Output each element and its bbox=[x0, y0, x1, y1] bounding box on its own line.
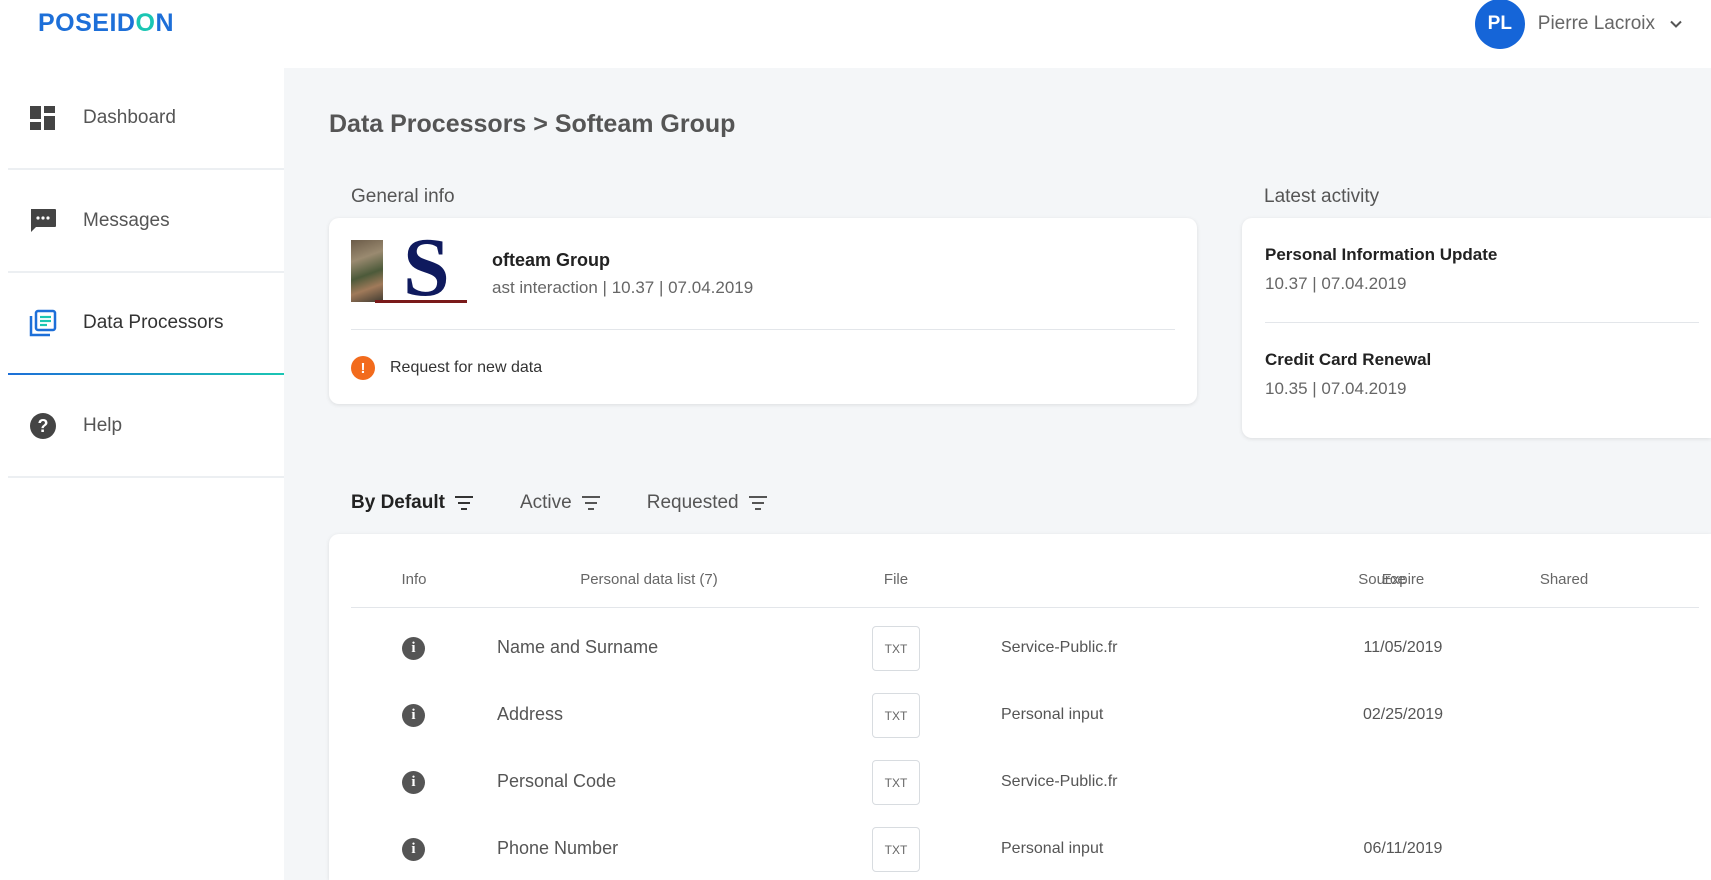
column-header-file[interactable]: File bbox=[866, 571, 926, 588]
filter-active[interactable]: Active bbox=[520, 492, 601, 514]
alert-icon: ! bbox=[351, 356, 375, 380]
cell-expire: 06/11/2019 bbox=[1363, 840, 1443, 857]
last-interaction: ast interaction | 10.37 | 07.04.2019 bbox=[492, 278, 754, 297]
chevron-down-icon[interactable] bbox=[1669, 17, 1683, 31]
activity-title[interactable]: Personal Information Update bbox=[1265, 245, 1497, 265]
help-icon: ? bbox=[29, 412, 57, 440]
file-txt-button[interactable]: TXT bbox=[872, 693, 920, 738]
alert-text: Request for new data bbox=[390, 359, 543, 376]
general-info-card: S ofteam Group ast interaction | 10.37 |… bbox=[329, 218, 1197, 404]
filter-icon bbox=[581, 496, 600, 510]
table-row[interactable]: i Personal Code TXT Service-Public.fr bbox=[329, 760, 1711, 827]
top-bar: POSEIDON PL Pierre Lacroix bbox=[0, 0, 1711, 68]
personal-data-table: Info Personal data list (7) File Source … bbox=[329, 534, 1711, 880]
cell-source: Personal input bbox=[1001, 840, 1104, 857]
activity-title[interactable]: Credit Card Renewal bbox=[1265, 350, 1431, 370]
sidebar-item-label: Dashboard bbox=[83, 107, 176, 128]
sidebar-item-label: Help bbox=[83, 415, 123, 436]
table-row[interactable]: i Address TXT Personal input 02/25/2019 bbox=[329, 693, 1711, 760]
column-header-shared[interactable]: Shared bbox=[1504, 571, 1624, 588]
user-name[interactable]: Pierre Lacroix bbox=[1538, 13, 1655, 35]
info-icon[interactable]: i bbox=[402, 838, 425, 861]
info-icon[interactable]: i bbox=[402, 637, 425, 660]
svg-text:?: ? bbox=[38, 416, 49, 436]
dashboard-icon bbox=[29, 104, 57, 132]
column-header-info[interactable]: Info bbox=[384, 571, 444, 588]
logo-text-part1: POSEID bbox=[38, 9, 136, 37]
cell-expire: 02/25/2019 bbox=[1362, 706, 1444, 723]
logo-text-part2: N bbox=[155, 9, 174, 37]
header-divider bbox=[351, 607, 1699, 608]
cell-source: Service-Public.fr bbox=[1001, 639, 1118, 656]
cell-personal-data: Personal Code bbox=[497, 771, 617, 791]
column-header-expire[interactable]: Expire bbox=[1329, 571, 1477, 588]
cell-personal-data: Name and Surname bbox=[497, 637, 659, 657]
sidebar-item-help[interactable]: ? Help bbox=[8, 376, 284, 478]
company-name: ofteam Group bbox=[492, 250, 611, 270]
file-txt-button[interactable]: TXT bbox=[872, 827, 920, 872]
info-icon[interactable]: i bbox=[402, 704, 425, 727]
sidebar-item-messages[interactable]: Messages bbox=[8, 171, 284, 273]
breadcrumb: Data Processors > Softeam Group bbox=[329, 110, 736, 138]
cell-expire: 11/05/2019 bbox=[1363, 639, 1443, 656]
latest-activity-label: Latest activity bbox=[1264, 186, 1380, 207]
divider bbox=[351, 329, 1175, 330]
sidebar-item-label: Messages bbox=[83, 210, 170, 231]
poseidon-logo[interactable]: POSEIDON bbox=[38, 9, 174, 38]
sidebar-item-label: Data Processors bbox=[83, 312, 224, 333]
logo-text-o: O bbox=[135, 9, 156, 37]
avatar[interactable]: PL bbox=[1474, 0, 1525, 49]
messages-icon bbox=[29, 207, 57, 235]
filter-by-default[interactable]: By Default bbox=[351, 492, 474, 514]
logo-letter: S bbox=[403, 236, 450, 308]
request-alert[interactable]: ! Request for new data bbox=[351, 356, 542, 380]
filter-tabs: By Default Active Requested bbox=[351, 490, 814, 516]
user-menu[interactable]: PL Pierre Lacroix bbox=[1474, 0, 1683, 49]
info-icon[interactable]: i bbox=[402, 771, 425, 794]
cell-source: Personal input bbox=[1001, 706, 1104, 723]
divider bbox=[1265, 322, 1699, 323]
file-txt-button[interactable]: TXT bbox=[872, 760, 920, 805]
cell-personal-data: Address bbox=[497, 704, 564, 724]
cell-source: Service-Public.fr bbox=[1001, 773, 1118, 790]
file-txt-button[interactable]: TXT bbox=[872, 626, 920, 671]
filter-label: Requested bbox=[646, 492, 739, 513]
filter-label: Active bbox=[519, 492, 572, 513]
activity-time: 10.37 | 07.04.2019 bbox=[1265, 274, 1407, 293]
table-row[interactable]: i Name and Surname TXT Service-Public.fr… bbox=[329, 626, 1711, 693]
company-logo: S bbox=[351, 236, 467, 308]
sidebar-item-dashboard[interactable]: Dashboard bbox=[8, 68, 284, 170]
column-header-personal-data[interactable]: Personal data list (7) bbox=[509, 571, 789, 588]
activity-time: 10.35 | 07.04.2019 bbox=[1265, 379, 1407, 398]
filter-requested[interactable]: Requested bbox=[647, 492, 768, 514]
logo-underline bbox=[375, 300, 467, 303]
sidebar-item-data-processors[interactable]: Data Processors bbox=[8, 273, 284, 375]
data-processors-icon bbox=[29, 309, 57, 337]
sidebar: Dashboard Messages Data Processors ? Hel… bbox=[0, 68, 284, 880]
filter-icon bbox=[748, 496, 767, 510]
filter-icon bbox=[454, 496, 473, 510]
latest-activity-card: Personal Information Update 10.37 | 07.0… bbox=[1242, 218, 1711, 438]
logo-photo bbox=[351, 240, 383, 302]
cell-personal-data: Phone Number bbox=[497, 838, 619, 858]
filter-label: By Default bbox=[351, 492, 445, 513]
general-info-label: General info bbox=[351, 186, 455, 207]
table-row[interactable]: i Phone Number TXT Personal input 06/11/… bbox=[329, 827, 1711, 880]
